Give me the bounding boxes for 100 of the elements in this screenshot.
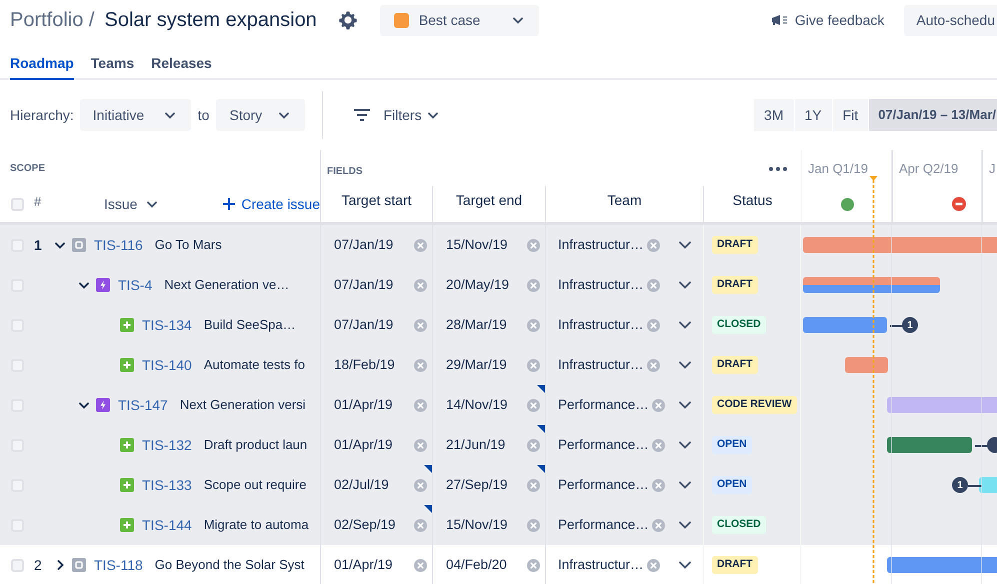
chevron-down-icon[interactable] [679,561,691,569]
date-value: 29/Mar/19 [446,356,507,374]
tab[interactable]: Teams [90,40,134,80]
clear-icon [646,278,660,292]
issue-key-link[interactable]: TIS-144 [142,514,192,536]
issue-key-link[interactable]: TIS-132 [142,434,192,456]
collapse-chevron-icon[interactable] [79,402,89,408]
connector-line [968,484,982,486]
feedback-button[interactable]: Give feedback [770,4,884,36]
clear-icon [414,398,427,412]
clear-icon [646,318,660,332]
clear-icon [414,518,427,532]
team-value: Infrastructur… [558,316,644,334]
chevron-down-icon [428,112,438,118]
date-value: 01/Apr/19 [334,556,393,574]
team-value: Infrastructur… [558,236,644,254]
dependency-badge[interactable]: 1 [902,317,918,333]
issue-key-link[interactable]: TIS-116 [94,234,143,256]
checkbox[interactable] [11,198,24,210]
plus-square-icon [120,518,134,532]
clear-icon [527,358,540,372]
team-value: Performance… [558,396,649,414]
dependency-badge[interactable]: 1 [952,477,968,493]
timeline-bar-segment[interactable] [803,277,940,285]
timeline-bar-segment[interactable] [803,285,940,293]
date-value: 07/Jan/19 [334,316,394,334]
hierarchy-dropdown[interactable]: Initiative [80,99,191,131]
lightning-icon [96,278,110,292]
team-value: Performance… [558,516,649,534]
date-value: 04/Feb/20 [446,556,507,574]
chevron-down-icon[interactable] [679,281,691,289]
chevron-down-icon[interactable] [679,361,691,369]
timeline-bar[interactable] [845,357,888,373]
chevron-down-icon[interactable] [679,401,691,409]
chevron-down-icon[interactable] [679,241,691,249]
issue-summary: Scope out require [204,476,306,494]
lightning-icon [96,398,110,412]
date-value: 18/Feb/19 [334,356,395,374]
initiative-icon [72,238,86,252]
issue-key-link[interactable]: TIS-134 [142,314,192,336]
issue-summary: Next Generation ve… [164,276,290,294]
clear-icon [414,318,427,332]
issue-key-link[interactable]: TIS-4 [118,274,152,296]
quarter-label: Apr Q2/19 [899,160,958,178]
clear-icon [527,318,540,332]
auto-schedule-button[interactable]: Auto-schedu [904,4,997,36]
timeline-bar[interactable] [803,317,887,333]
date-value: 01/Apr/19 [334,436,393,454]
issue-key-link[interactable]: TIS-140 [142,354,192,376]
section-label: SCOPE [10,162,46,176]
team-value: Performance… [558,476,649,494]
collapse-chevron-icon[interactable] [55,242,65,248]
team-value: Infrastructur… [558,556,644,574]
zoom-button[interactable]: 1Y [794,99,833,131]
date-value: 15/Nov/19 [446,516,508,534]
megaphone-icon [770,14,789,26]
date-value: 07/Jan/19 [334,236,394,254]
chevron-down-icon[interactable] [679,521,691,529]
zoom-button[interactable]: 3M [754,99,794,131]
more-icon[interactable] [769,167,787,171]
issue-key-link[interactable]: TIS-118 [94,554,143,576]
date-value: 21/Jun/19 [446,436,506,454]
issue-sort-button[interactable]: Issue [104,194,158,214]
filters-button[interactable]: Filters [354,99,438,131]
issue-key-link[interactable]: TIS-147 [118,394,168,416]
quarter-label: Jan Q1/19 [808,160,868,178]
issue-summary: Next Generation versi [180,396,306,414]
chevron-down-icon[interactable] [679,441,691,449]
date-value: 02/Jul/19 [334,476,389,494]
create-issue-button[interactable]: Create issue [223,194,320,214]
issue-key-link[interactable]: TIS-133 [142,474,192,496]
clear-icon [652,398,665,412]
clear-icon [652,438,665,452]
page-title: Solar system expansion [104,8,317,33]
collapse-chevron-icon[interactable] [79,282,89,288]
status-lozenge: DRAFT [712,356,758,374]
filter-icon [354,109,370,121]
expand-chevron-icon[interactable] [56,560,64,570]
column-header: Target end [456,191,522,210]
breadcrumb-link[interactable]: Portfolio / [10,5,94,35]
date-range-button[interactable]: 07/Jan/19 – 13/Mar/ [869,99,997,131]
status-lozenge: CLOSED [712,316,766,334]
scenario-dropdown[interactable]: Best case [380,4,539,36]
chevron-down-icon[interactable] [679,321,691,329]
chevron-down-icon[interactable] [679,481,691,489]
checkbox[interactable] [11,558,24,572]
team-value: Infrastructur… [558,276,644,294]
zoom-button[interactable]: Fit [832,99,870,131]
status-lozenge: CODE REVIEW [712,396,797,414]
issue-summary: Automate tests fo [204,356,305,374]
hierarchy-dropdown[interactable]: Story [216,99,306,131]
tab[interactable]: Releases [151,40,212,80]
team-value: Infrastructur… [558,356,644,374]
status-lozenge: OPEN [712,436,752,454]
tab[interactable]: Roadmap [10,40,74,80]
timeline-bar[interactable] [887,437,972,453]
status-lozenge: DRAFT [712,556,758,574]
settings-icon[interactable] [338,10,358,30]
clear-icon [414,478,427,492]
clear-icon [646,358,660,372]
